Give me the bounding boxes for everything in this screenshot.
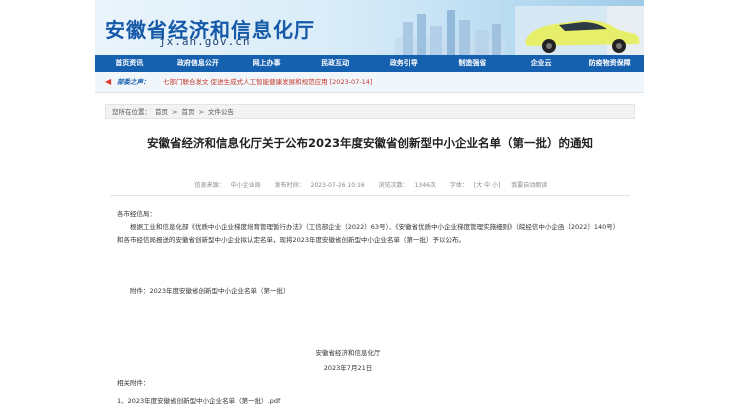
signature-block: 安徽省经济和信息化厅 2023年7月21日 xyxy=(273,346,423,376)
notice-link[interactable]: 七部门联合发文 促进生成式人工智能健康发展和规范应用 [2023-07-14] xyxy=(163,72,372,92)
nav-item-manufacturing[interactable]: 制造强省 xyxy=(438,55,507,72)
article-title: 安徽省经济和信息化厅关于公布2023年度安徽省创新型中小企业名单（第一批）的通知 xyxy=(146,136,593,150)
header-banner: 安徽省经济和信息化厅 jx.ah.gov.cn xyxy=(95,0,644,55)
breadcrumb-current[interactable]: 文件公告 xyxy=(208,108,234,116)
notice-bar: ◀ 部委之声： 七部门联合发文 促进生成式人工智能健康发展和规范应用 [2023… xyxy=(95,72,644,93)
nav-item-guidance[interactable]: 政务引导 xyxy=(370,55,439,72)
divider xyxy=(110,195,630,196)
source-value: 中小企业局 xyxy=(230,182,261,189)
article-body: 各市经信局： 根据工业和信息化部《优质中小企业梯度培育管理暂行办法》（工信部企业… xyxy=(117,208,625,247)
nav-item-online-service[interactable]: 网上办事 xyxy=(232,55,301,72)
date-label: 发布时间： xyxy=(274,182,305,189)
font-size-options[interactable]: [大 中 小] xyxy=(474,182,501,189)
site-domain: jx.ah.gov.cn xyxy=(159,35,251,48)
breadcrumb-section[interactable]: 首页 xyxy=(181,108,194,116)
notice-label: 部委之声： xyxy=(117,78,150,86)
car-image xyxy=(515,6,644,55)
breadcrumb-separator: > xyxy=(198,108,204,116)
main-nav: 首页资讯 政府信息公开 网上办事 民政互动 政务引导 制造强省 企业云 防疫物资… xyxy=(95,55,644,72)
read-aloud-link[interactable]: 我要自动朗读 xyxy=(511,182,547,189)
breadcrumb: 您所在位置： 首页 > 首页 > 文件公告 xyxy=(105,104,635,119)
views-value: 1346次 xyxy=(414,182,436,189)
related-attachments-label: 相关附件： xyxy=(117,379,150,387)
site-container: 安徽省经济和信息化厅 jx.ah.gov.cn 首页资讯 政府信息公开 网上办事 xyxy=(95,0,644,410)
article-paragraph: 根据工业和信息化部《优质中小企业梯度培育管理暂行办法》（工信部企业〔2022〕6… xyxy=(117,223,620,244)
font-size-label: 字体： xyxy=(449,182,468,189)
date-value: 2023-07-26 10:16 xyxy=(310,182,365,189)
nav-item-gov-info[interactable]: 政府信息公开 xyxy=(164,55,233,72)
breadcrumb-prefix: 您所在位置： xyxy=(112,108,151,116)
article-meta: 信息来源： 中小企业局 发布时间： 2023-07-26 10:16 浏览次数： 13… xyxy=(95,180,644,189)
attachment-note: 附件：2023年度安徽省创新型中小企业名单（第一批） xyxy=(130,287,290,295)
nav-item-news[interactable]: 首页资讯 xyxy=(95,55,164,72)
source-label: 信息来源： xyxy=(194,182,225,189)
salutation: 各市经信局： xyxy=(117,210,156,218)
city-skyline-image xyxy=(395,10,505,55)
breadcrumb-home[interactable]: 首页 xyxy=(155,108,168,116)
nav-item-enterprise-cloud[interactable]: 企业云 xyxy=(507,55,576,72)
signer: 安徽省经济和信息化厅 xyxy=(315,349,381,357)
views-label: 浏览次数： xyxy=(378,182,409,189)
nav-item-epidemic-supplies[interactable]: 防疫物资保障 xyxy=(575,55,644,72)
nav-item-interaction[interactable]: 民政互动 xyxy=(301,55,370,72)
attachment-file-link[interactable]: 1、2023年度安徽省创新型中小企业名单（第一批）.pdf xyxy=(117,395,280,405)
speaker-icon: ◀ xyxy=(105,77,112,86)
sign-date: 2023年7月21日 xyxy=(323,364,373,372)
breadcrumb-separator: > xyxy=(172,108,178,116)
